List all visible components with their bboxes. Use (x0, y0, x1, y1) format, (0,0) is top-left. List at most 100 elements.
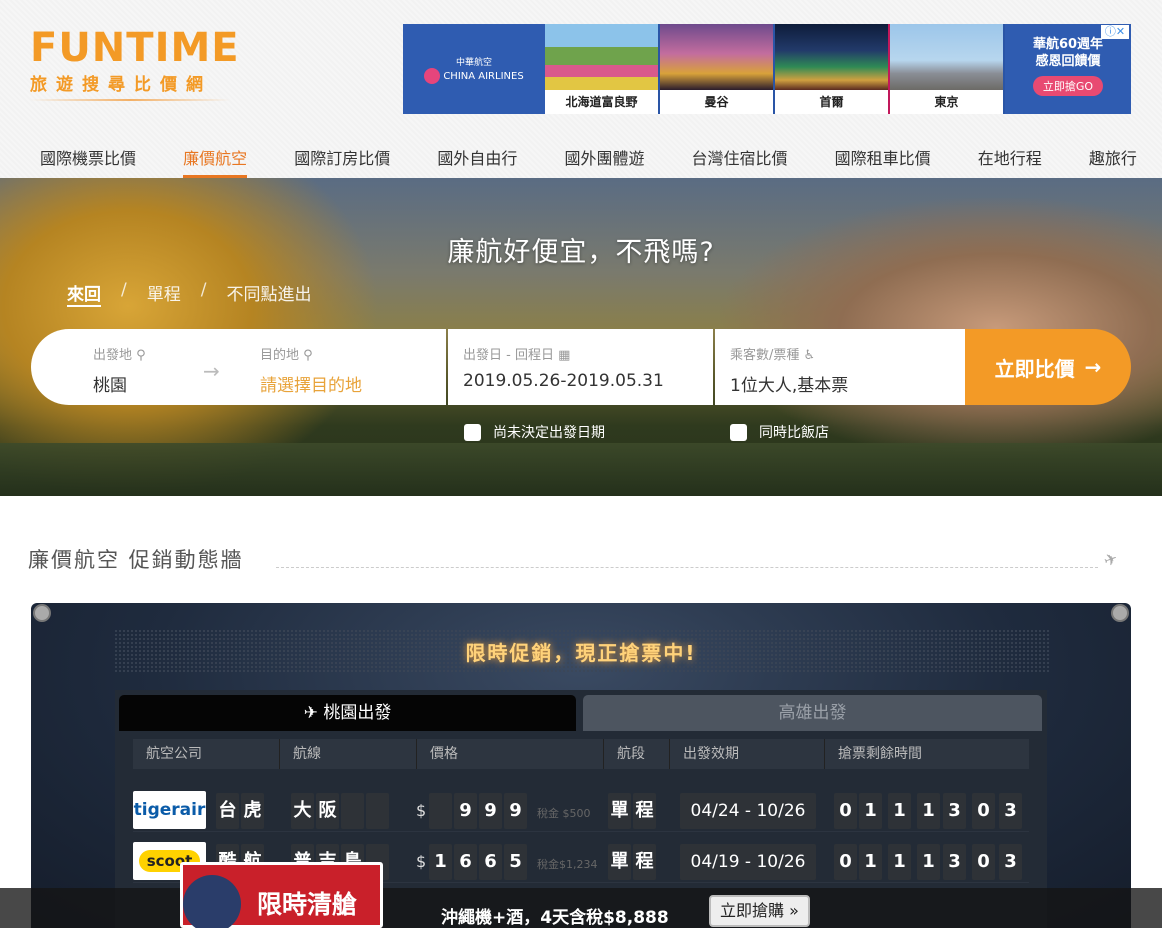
tab-taoyuan-label: 桃園出發 (323, 703, 392, 723)
countdown-digit: 1 (859, 844, 882, 880)
ad-brand: 中華航空 CHINA AIRLINES (403, 24, 545, 114)
ad-tile-1[interactable]: 曼谷 (660, 24, 775, 114)
section-title: 廉價航空 促銷動態牆 (28, 548, 244, 572)
dest-label: 目的地 ⚲ (260, 344, 313, 363)
nav-item-flights[interactable]: 國際機票比價 (40, 146, 136, 178)
location-pin-icon: ⚲ (136, 348, 146, 363)
grab-now-button[interactable]: 立即搶購 » (709, 895, 810, 927)
site-header: FUNTIME 旅遊搜尋比價網 中華航空 CHINA AIRLINES 北海道富… (0, 0, 1162, 178)
tab-one-way[interactable]: 單程 (147, 280, 181, 307)
location-pin-icon: ⚲ (303, 348, 313, 363)
ad-tile-3[interactable]: 東京 (890, 24, 1005, 114)
tab-round-trip[interactable]: 來回 (67, 280, 101, 307)
pax-label: 乘客數/票種 ♿ (730, 344, 815, 363)
ad-tile-image (775, 24, 888, 90)
ad-tile-2[interactable]: 首爾 (775, 24, 890, 114)
ad-tile-caption: 東京 (890, 90, 1003, 114)
validity-range: 04/24 - 10/26 (680, 793, 816, 829)
clearance-badge[interactable]: 限時清艙 (180, 862, 383, 928)
price-digit: 9 (479, 793, 502, 829)
compare-button-label: 立即比價 (994, 356, 1075, 381)
arrow-right-icon: → (1084, 355, 1102, 379)
leg-char: 程 (633, 793, 656, 829)
ad-promo-button[interactable]: 立即搶GO (1032, 76, 1104, 96)
col-airline: 航空公司 (133, 739, 280, 769)
tax-label: 稅金$1,234 (537, 858, 598, 871)
date-fields[interactable]: 出發日 - 回程日 ▦ 2019.05.26-2019.05.31 (448, 329, 713, 405)
leg-char: 程 (633, 844, 656, 880)
origin-label-text: 出發地 (93, 348, 133, 363)
ad-tile-caption: 首爾 (775, 90, 888, 114)
destination-field[interactable]: 請選擇目的地 (260, 371, 362, 396)
route-char: 阪 (316, 793, 339, 829)
countdown-digit: 3 (999, 793, 1022, 829)
site-logo[interactable]: FUNTIME 旅遊搜尋比價網 (30, 26, 250, 101)
compare-button[interactable]: 立即比價 → (965, 329, 1131, 405)
countdown-digit: 0 (972, 793, 995, 829)
date-label: 出發日 - 回程日 ▦ (463, 344, 570, 363)
ad-promo-line2: 感恩回饋價 (1035, 54, 1101, 69)
ad-brand-en: CHINA AIRLINES (443, 70, 524, 82)
passenger-field[interactable]: 1位大人,基本票 (730, 371, 848, 396)
countdown-digit: 1 (888, 844, 911, 880)
nav-item-car-rental[interactable]: 國際租車比價 (835, 146, 931, 178)
ad-banner[interactable]: 中華航空 CHINA AIRLINES 北海道富良野 曼谷 首爾 東京 華航60… (403, 24, 1131, 114)
price-digit: 6 (479, 844, 502, 880)
table-header: 航空公司 航線 價格 航段 出發效期 搶票剩餘時間 (133, 739, 1029, 769)
nav-item-fun-travel[interactable]: 趣旅行 (1089, 146, 1137, 178)
ad-close-icon[interactable]: ⓘ✕ (1101, 25, 1129, 39)
nav-item-fit[interactable]: 國外自由行 (437, 146, 517, 178)
countdown-digit: 3 (999, 844, 1022, 880)
ad-promo[interactable]: 華航60週年 感恩回饋價 立即搶GO ⓘ✕ (1005, 24, 1131, 114)
passenger-fields[interactable]: 乘客數/票種 ♿ 1位大人,基本票 (715, 329, 965, 405)
countdown-digit: 0 (972, 844, 995, 880)
countdown-digit: 0 (834, 793, 857, 829)
undecided-date-label: 尚未決定出發日期 (493, 425, 605, 441)
countdown-digit: 1 (859, 793, 882, 829)
ad-tile-caption: 曼谷 (660, 90, 773, 114)
compare-hotel-checkbox[interactable]: 同時比飯店 (730, 422, 829, 442)
tab-separator: / (121, 280, 127, 300)
dollar-sign: $ (416, 801, 427, 820)
tax-label: 稅金 $500 (537, 807, 591, 820)
airline-char: 台 (216, 793, 239, 829)
date-field[interactable]: 2019.05.26-2019.05.31 (463, 371, 664, 391)
ad-tile-0[interactable]: 北海道富良野 (545, 24, 660, 114)
origin-label: 出發地 ⚲ (93, 344, 146, 363)
countdown-digit: 3 (943, 844, 966, 880)
route-char (341, 793, 364, 829)
nav-item-lcc[interactable]: 廉價航空 (183, 146, 248, 178)
nav-item-local-tours[interactable]: 在地行程 (978, 146, 1042, 178)
nav-item-group-tours[interactable]: 國外團體遊 (564, 146, 644, 178)
col-countdown: 搶票剩餘時間 (838, 746, 922, 762)
arrow-right-icon: → (203, 359, 220, 383)
board-title: 限時促銷，現正搶票中! (465, 641, 697, 665)
ad-tile-caption: 北海道富良野 (545, 90, 658, 114)
checkbox-box[interactable] (464, 423, 481, 441)
leg-char: 單 (608, 844, 631, 880)
seat-icon: ♿ (803, 348, 816, 363)
nav-item-taiwan-stay[interactable]: 台灣住宿比價 (692, 146, 788, 178)
col-price: 價格 (417, 739, 604, 769)
undecided-date-checkbox[interactable]: 尚未決定出發日期 (464, 422, 730, 442)
col-validity: 出發效期 (670, 739, 825, 769)
date-label-text: 出發日 - 回程日 (463, 348, 554, 363)
nav-item-hotels[interactable]: 國際訂房比價 (294, 146, 390, 178)
clearance-badge-label: 限時清艙 (257, 890, 358, 919)
airplane-icon: ✈ (1101, 548, 1121, 571)
bottom-promo-text: 沖繩機+酒，4天含稅$8,888 (441, 908, 669, 928)
logo-tagline: 旅遊搜尋比價網 (30, 75, 212, 95)
tab-kaohsiung[interactable]: 高雄出發 (583, 695, 1042, 731)
hero-search: 廉航好便宜，不飛嗎? 來回 / 單程 / 不同點進出 出發地 ⚲ 桃園 → 目的… (0, 178, 1162, 496)
price-digit: 9 (504, 793, 527, 829)
col-leg: 航段 (604, 739, 670, 769)
plum-blossom-icon (424, 67, 441, 84)
origin-field[interactable]: 桃園 (93, 371, 127, 396)
price-digit: 6 (454, 844, 477, 880)
checkbox-box[interactable] (730, 423, 747, 441)
dest-label-text: 目的地 (260, 348, 300, 363)
tab-taoyuan[interactable]: ✈ 桃園出發 (119, 695, 576, 731)
tab-multi-city[interactable]: 不同點進出 (226, 280, 311, 307)
table-row[interactable]: tigerair 台 虎 大 阪 $ 9 9 9 稅金 $500 單 程 04/… (133, 785, 1029, 832)
bolt-icon (1111, 604, 1129, 622)
